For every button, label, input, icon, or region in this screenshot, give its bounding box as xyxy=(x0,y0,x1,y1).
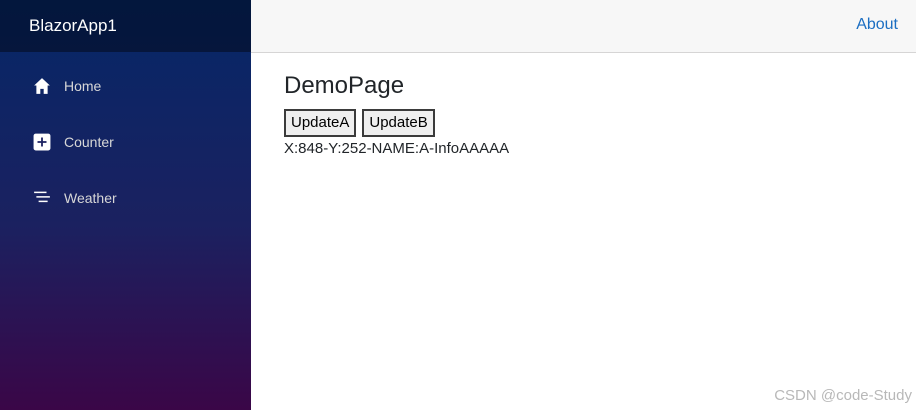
sidebar-item-counter[interactable]: Counter xyxy=(12,120,239,164)
app-brand[interactable]: BlazorApp1 xyxy=(0,0,251,52)
house-icon xyxy=(32,76,52,96)
update-a-button[interactable]: UpdateA xyxy=(284,109,357,137)
sidebar-item-label: Weather xyxy=(64,190,117,206)
list-icon xyxy=(32,188,52,208)
sidebar-item-label: Home xyxy=(64,78,102,94)
about-link[interactable]: About xyxy=(856,16,898,34)
sidebar-item-home[interactable]: Home xyxy=(12,64,239,108)
sidebar-item-weather[interactable]: Weather xyxy=(12,176,239,220)
update-b-button[interactable]: UpdateB xyxy=(362,109,435,137)
plus-square-icon xyxy=(32,132,52,152)
sidebar-item-label: Counter xyxy=(64,134,114,150)
watermark: CSDN @code-Study xyxy=(774,387,912,404)
sidebar: BlazorApp1 Home Counter Weather xyxy=(0,0,251,410)
page-title: DemoPage xyxy=(284,72,405,99)
button-row: UpdateA UpdateB xyxy=(284,109,509,137)
nav-menu: Home Counter Weather xyxy=(0,52,251,220)
main-content: DemoPage UpdateA UpdateB X:848-Y:252-NAM… xyxy=(284,70,509,157)
info-text: X:848-Y:252-NAME:A-InfoAAAAA xyxy=(284,140,510,157)
top-row: About xyxy=(251,0,916,53)
